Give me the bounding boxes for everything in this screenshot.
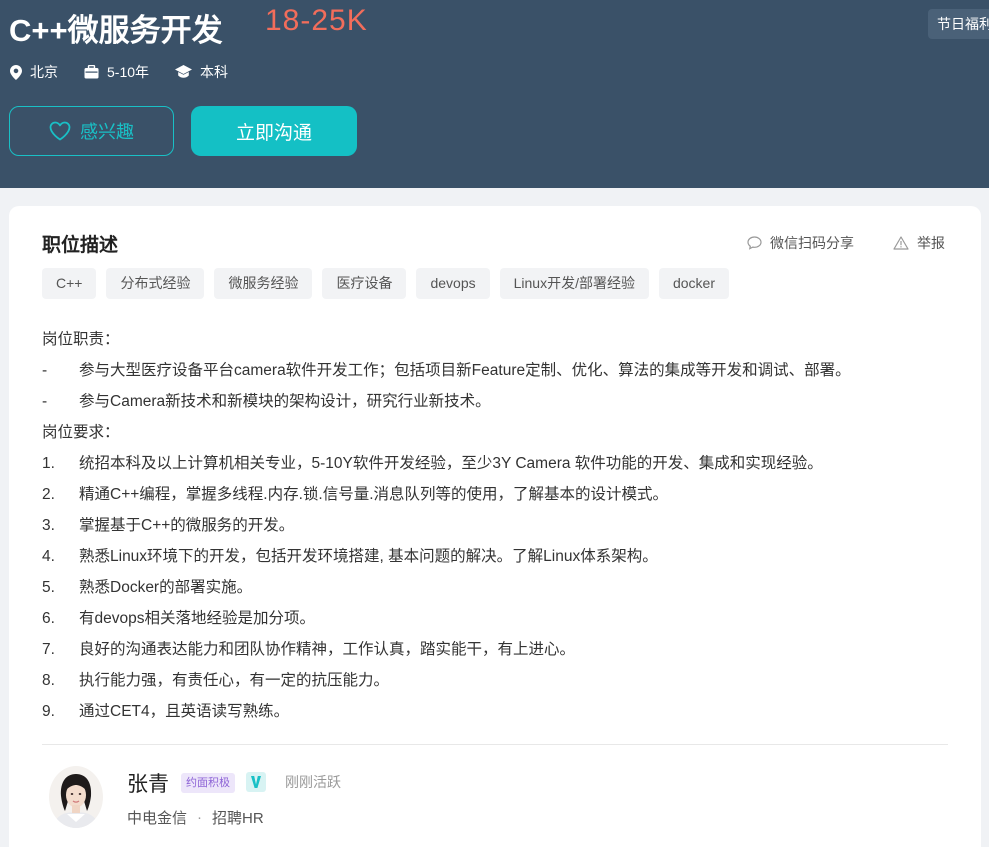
- education-meta: 本科: [175, 62, 228, 82]
- location-meta: 北京: [10, 62, 58, 82]
- line-marker: 3.: [42, 517, 55, 534]
- description-line: 8. 执行能力强，有责任心，有一定的抗压能力。: [42, 665, 942, 696]
- line-marker: 1.: [42, 455, 55, 472]
- chat-bubble-icon: [747, 236, 762, 250]
- line-marker: -: [42, 393, 48, 410]
- recruiter-role: 招聘HR: [212, 810, 264, 827]
- line-text: 有devops相关落地经验是加分项。: [79, 610, 315, 627]
- line-marker: 9.: [42, 703, 55, 720]
- report-label: 举报: [917, 235, 945, 251]
- job-salary: 18-25K: [265, 4, 368, 37]
- line-text: 精通C++编程，掌握多线程.内存.锁.信号量.消息队列等的使用，了解基本的设计模…: [79, 486, 669, 503]
- line-text: 参与大型医疗设备平台camera软件开发工作；包括项目新Feature定制、优化…: [79, 362, 851, 379]
- graduation-cap-icon: [175, 65, 193, 78]
- description-line: 9. 通过CET4，且英语读写熟练。: [42, 696, 942, 727]
- section-divider: [42, 744, 948, 745]
- skill-tag[interactable]: 医疗设备: [322, 268, 407, 299]
- description-line: 岗位要求：: [42, 417, 942, 448]
- job-meta-row: 北京 5-10年 本科: [10, 62, 254, 82]
- line-text: 良好的沟通表达能力和团队协作精神，工作认真，踏实能干，有上进心。: [79, 641, 576, 658]
- briefcase-icon: [84, 65, 99, 79]
- benefit-tag[interactable]: 节日福利: [928, 9, 989, 39]
- chat-now-button[interactable]: 立即沟通: [191, 106, 357, 156]
- skill-tag[interactable]: devops: [416, 268, 490, 299]
- recruiter-portrait: [49, 766, 103, 828]
- skill-tag[interactable]: Linux开发/部署经验: [499, 268, 649, 299]
- experience-meta: 5-10年: [84, 62, 149, 82]
- verified-v-icon: [246, 772, 266, 792]
- description-line: 5. 熟悉Docker的部署实施。: [42, 572, 942, 603]
- job-header: C++微服务开发 18-25K 节日福利 北京 5-10年 本科 感兴趣 立即沟…: [0, 0, 989, 188]
- section-title: 职位描述: [42, 235, 119, 256]
- skill-tag[interactable]: docker: [658, 268, 730, 299]
- interview-active-badge: 约面积极: [181, 773, 235, 793]
- job-title: C++微服务开发: [9, 13, 223, 48]
- experience-text: 5-10年: [107, 64, 150, 80]
- line-text: 统招本科及以上计算机相关专业，5-10Y软件开发经验，至少3Y Camera 软…: [79, 455, 823, 472]
- line-marker: 8.: [42, 672, 55, 689]
- warning-icon: [893, 236, 909, 250]
- description-line: 3. 掌握基于C++的微服务的开发。: [42, 510, 942, 541]
- line-marker: 7.: [42, 641, 55, 658]
- line-marker: 2.: [42, 486, 55, 503]
- active-status: 刚刚活跃: [285, 774, 341, 790]
- wechat-share-link[interactable]: 微信扫码分享: [747, 233, 854, 253]
- line-text: 岗位要求：: [42, 424, 120, 441]
- separator-dot: ·: [197, 809, 203, 826]
- line-text: 岗位职责：: [42, 331, 120, 348]
- interest-label: 感兴趣: [80, 122, 134, 142]
- skill-tag[interactable]: C++: [42, 268, 97, 299]
- skill-tag[interactable]: 分布式经验: [106, 268, 205, 299]
- line-text: 执行能力强，有责任心，有一定的抗压能力。: [79, 672, 390, 689]
- skill-tag[interactable]: 微服务经验: [214, 268, 313, 299]
- description-line: 岗位职责：: [42, 324, 942, 355]
- job-description-text: 岗位职责： - 参与大型医疗设备平台camera软件开发工作；包括项目新Featu…: [42, 324, 942, 727]
- description-line: 2. 精通C++编程，掌握多线程.内存.锁.信号量.消息队列等的使用，了解基本的设…: [42, 479, 942, 510]
- skill-tags: C++ 分布式经验 微服务经验 医疗设备 devops Linux开发/部署经验…: [42, 268, 739, 299]
- line-marker: 5.: [42, 579, 55, 596]
- recruiter-name: 张青: [127, 773, 169, 796]
- company-name[interactable]: 中电金信: [127, 807, 187, 828]
- location-pin-icon: [10, 64, 22, 80]
- share-label: 微信扫码分享: [770, 235, 854, 251]
- line-text: 熟悉Linux环境下的开发，包括开发环境搭建, 基本问题的解决。了解Linux体…: [79, 548, 658, 565]
- recruiter-company: 中电金信 · 招聘HR: [127, 807, 264, 828]
- job-description-card: 职位描述 微信扫码分享 举报 C++ 分布式经验 微服务经验 医疗设备 devo…: [9, 206, 981, 847]
- line-marker: 4.: [42, 548, 55, 565]
- description-line: 7. 良好的沟通表达能力和团队协作精神，工作认真，踏实能干，有上进心。: [42, 634, 942, 665]
- interest-button[interactable]: 感兴趣: [9, 106, 174, 156]
- description-line: - 参与Camera新技术和新模块的架构设计，研究行业新技术。: [42, 386, 942, 417]
- report-link[interactable]: 举报: [893, 233, 945, 253]
- line-text: 掌握基于C++的微服务的开发。: [79, 517, 295, 534]
- description-line: - 参与大型医疗设备平台camera软件开发工作；包括项目新Feature定制、优…: [42, 355, 942, 386]
- line-text: 熟悉Docker的部署实施。: [79, 579, 253, 596]
- line-text: 通过CET4，且英语读写熟练。: [79, 703, 290, 720]
- line-marker: -: [42, 362, 48, 379]
- recruiter-avatar[interactable]: [49, 766, 103, 828]
- education-text: 本科: [200, 64, 229, 80]
- location-text: 北京: [30, 64, 58, 80]
- heart-icon: [49, 121, 71, 141]
- description-line: 4. 熟悉Linux环境下的开发，包括开发环境搭建, 基本问题的解决。了解Linu…: [42, 541, 942, 572]
- description-line: 6. 有devops相关落地经验是加分项。: [42, 603, 942, 634]
- line-text: 参与Camera新技术和新模块的架构设计，研究行业新技术。: [79, 393, 491, 410]
- line-marker: 6.: [42, 610, 55, 627]
- description-line: 1. 统招本科及以上计算机相关专业，5-10Y软件开发经验，至少3Y Camera…: [42, 448, 942, 479]
